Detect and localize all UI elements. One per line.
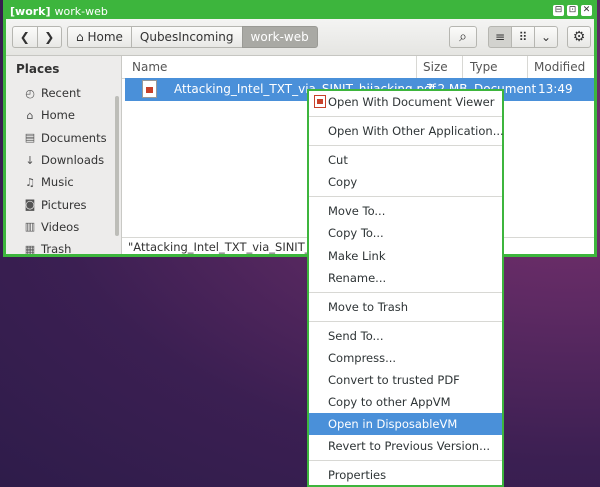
column-name[interactable]: Name: [132, 60, 167, 74]
breadcrumb-home[interactable]: ⌂ Home: [67, 26, 132, 48]
menu-move-to-trash[interactable]: Move to Trash: [309, 296, 502, 318]
column-modified[interactable]: Modified: [534, 60, 585, 74]
toolbar: ❮ ❯ ⌂ Home QubesIncoming work-web ⌕ ≡ ⠿: [6, 19, 594, 56]
trash-icon: ▦: [24, 242, 36, 254]
breadcrumb-qubesincoming[interactable]: QubesIncoming: [130, 26, 243, 48]
menu-separator: [309, 320, 502, 322]
view-options-button[interactable]: ⌄: [534, 26, 558, 48]
menu-copy-to[interactable]: Copy To...: [309, 222, 502, 244]
home-icon: ⌂: [76, 30, 84, 44]
search-button[interactable]: ⌕: [449, 26, 477, 48]
menu-separator: [309, 145, 502, 147]
pdf-file-icon: [142, 80, 157, 98]
music-icon: ♫: [25, 175, 35, 189]
list-view-button[interactable]: ≡: [488, 26, 512, 48]
breadcrumb: ⌂ Home QubesIncoming work-web: [67, 26, 318, 48]
sidebar-scrollbar[interactable]: [115, 96, 119, 236]
column-type[interactable]: Type: [470, 60, 498, 74]
close-icon[interactable]: ✕: [581, 5, 592, 16]
menu-compress[interactable]: Compress...: [309, 347, 502, 369]
sidebar-item-videos[interactable]: ▥ Videos: [6, 216, 121, 238]
column-divider: [462, 56, 463, 78]
grid-view-icon: ⠿: [518, 30, 528, 44]
sidebar-item-label: Documents: [41, 130, 107, 145]
document-viewer-icon: [314, 95, 326, 108]
sidebar-item-downloads[interactable]: ↓ Downloads: [6, 149, 121, 171]
sidebar-heading: Places: [16, 62, 60, 76]
menu-revert-to-previous-version[interactable]: Revert to Previous Version...: [309, 435, 502, 457]
menu-copy[interactable]: Copy: [309, 171, 502, 193]
menu-separator: [309, 196, 502, 198]
menu-separator: [309, 116, 502, 118]
menu-properties[interactable]: Properties: [309, 464, 502, 486]
menu-open-in-disposablevm[interactable]: Open in DisposableVM: [309, 413, 502, 436]
settings-button[interactable]: ⚙: [567, 26, 591, 48]
menu-make-link[interactable]: Make Link: [309, 245, 502, 267]
menu-convert-to-trusted-pdf[interactable]: Convert to trusted PDF: [309, 369, 502, 391]
back-button[interactable]: ❮: [13, 27, 37, 47]
file-modified: 13:49: [538, 82, 573, 96]
downloads-icon: ↓: [25, 153, 35, 167]
menu-send-to[interactable]: Send To...: [309, 325, 502, 347]
pictures-icon: ◙: [24, 198, 36, 212]
grid-view-button[interactable]: ⠿: [511, 26, 535, 48]
column-size[interactable]: Size: [423, 60, 448, 74]
home-icon: ⌂: [26, 108, 34, 122]
column-headers: Name Size Type Modified: [122, 56, 594, 79]
sidebar-item-trash[interactable]: ▦ Trash: [6, 238, 121, 254]
sidebar-item-label: Home: [41, 108, 75, 123]
minimize-icon[interactable]: ⊟: [553, 5, 564, 16]
sidebar-item-pictures[interactable]: ◙ Pictures: [6, 193, 121, 215]
qube-name: [work]: [10, 4, 51, 18]
menu-cut[interactable]: Cut: [309, 149, 502, 171]
menu-move-to[interactable]: Move To...: [309, 200, 502, 222]
context-menu: Open With Document Viewer Open With Othe…: [307, 89, 504, 487]
forward-button[interactable]: ❯: [36, 27, 62, 47]
breadcrumb-home-label: Home: [87, 30, 123, 44]
sidebar-item-recent[interactable]: ◴ Recent: [6, 82, 121, 104]
list-view-icon: ≡: [494, 30, 506, 44]
window-title: work-web: [54, 4, 108, 18]
menu-separator: [309, 291, 502, 293]
breadcrumb-work-web[interactable]: work-web: [241, 26, 318, 48]
sidebar-item-label: Downloads: [41, 153, 105, 168]
documents-icon: ▤: [24, 131, 36, 145]
menu-separator: [309, 460, 502, 462]
column-divider: [416, 56, 417, 78]
maximize-icon[interactable]: ⊡: [567, 5, 578, 16]
menu-rename[interactable]: Rename...: [309, 267, 502, 289]
file-manager-window: [work] work-web ⊟ ⊡ ✕ ❮ ❯ ⌂ Home QubesIn…: [3, 0, 597, 257]
menu-copy-to-other-appvm[interactable]: Copy to other AppVM: [309, 391, 502, 413]
gear-icon: ⚙: [572, 29, 586, 45]
recent-icon: ◴: [25, 86, 35, 100]
sidebar-item-label: Pictures: [41, 197, 87, 212]
window-titlebar[interactable]: [work] work-web ⊟ ⊡ ✕: [6, 3, 594, 19]
search-icon: ⌕: [459, 29, 467, 45]
menu-open-with-document-viewer[interactable]: Open With Document Viewer: [309, 91, 502, 113]
sidebar-item-label: Music: [41, 175, 74, 190]
column-divider: [527, 56, 528, 78]
sidebar-item-label: Trash: [41, 242, 72, 254]
videos-icon: ▥: [24, 220, 36, 234]
chevron-down-icon: ⌄: [540, 30, 552, 44]
sidebar-item-home[interactable]: ⌂ Home: [6, 104, 121, 126]
sidebar-item-music[interactable]: ♫ Music: [6, 171, 121, 193]
sidebar-item-documents[interactable]: ▤ Documents: [6, 127, 121, 149]
menu-open-with-other-application[interactable]: Open With Other Application...: [309, 120, 504, 142]
nav-buttons: ❮ ❯: [12, 26, 62, 48]
sidebar-item-label: Recent: [41, 86, 81, 101]
sidebar-item-label: Videos: [41, 219, 80, 234]
menu-item-label: Open With Document Viewer: [328, 95, 495, 109]
sidebar: Places ◴ Recent ⌂ Home ▤ Documents ↓ Downloa…: [6, 56, 122, 254]
window-client: ❮ ❯ ⌂ Home QubesIncoming work-web ⌕ ≡ ⠿: [6, 19, 594, 254]
